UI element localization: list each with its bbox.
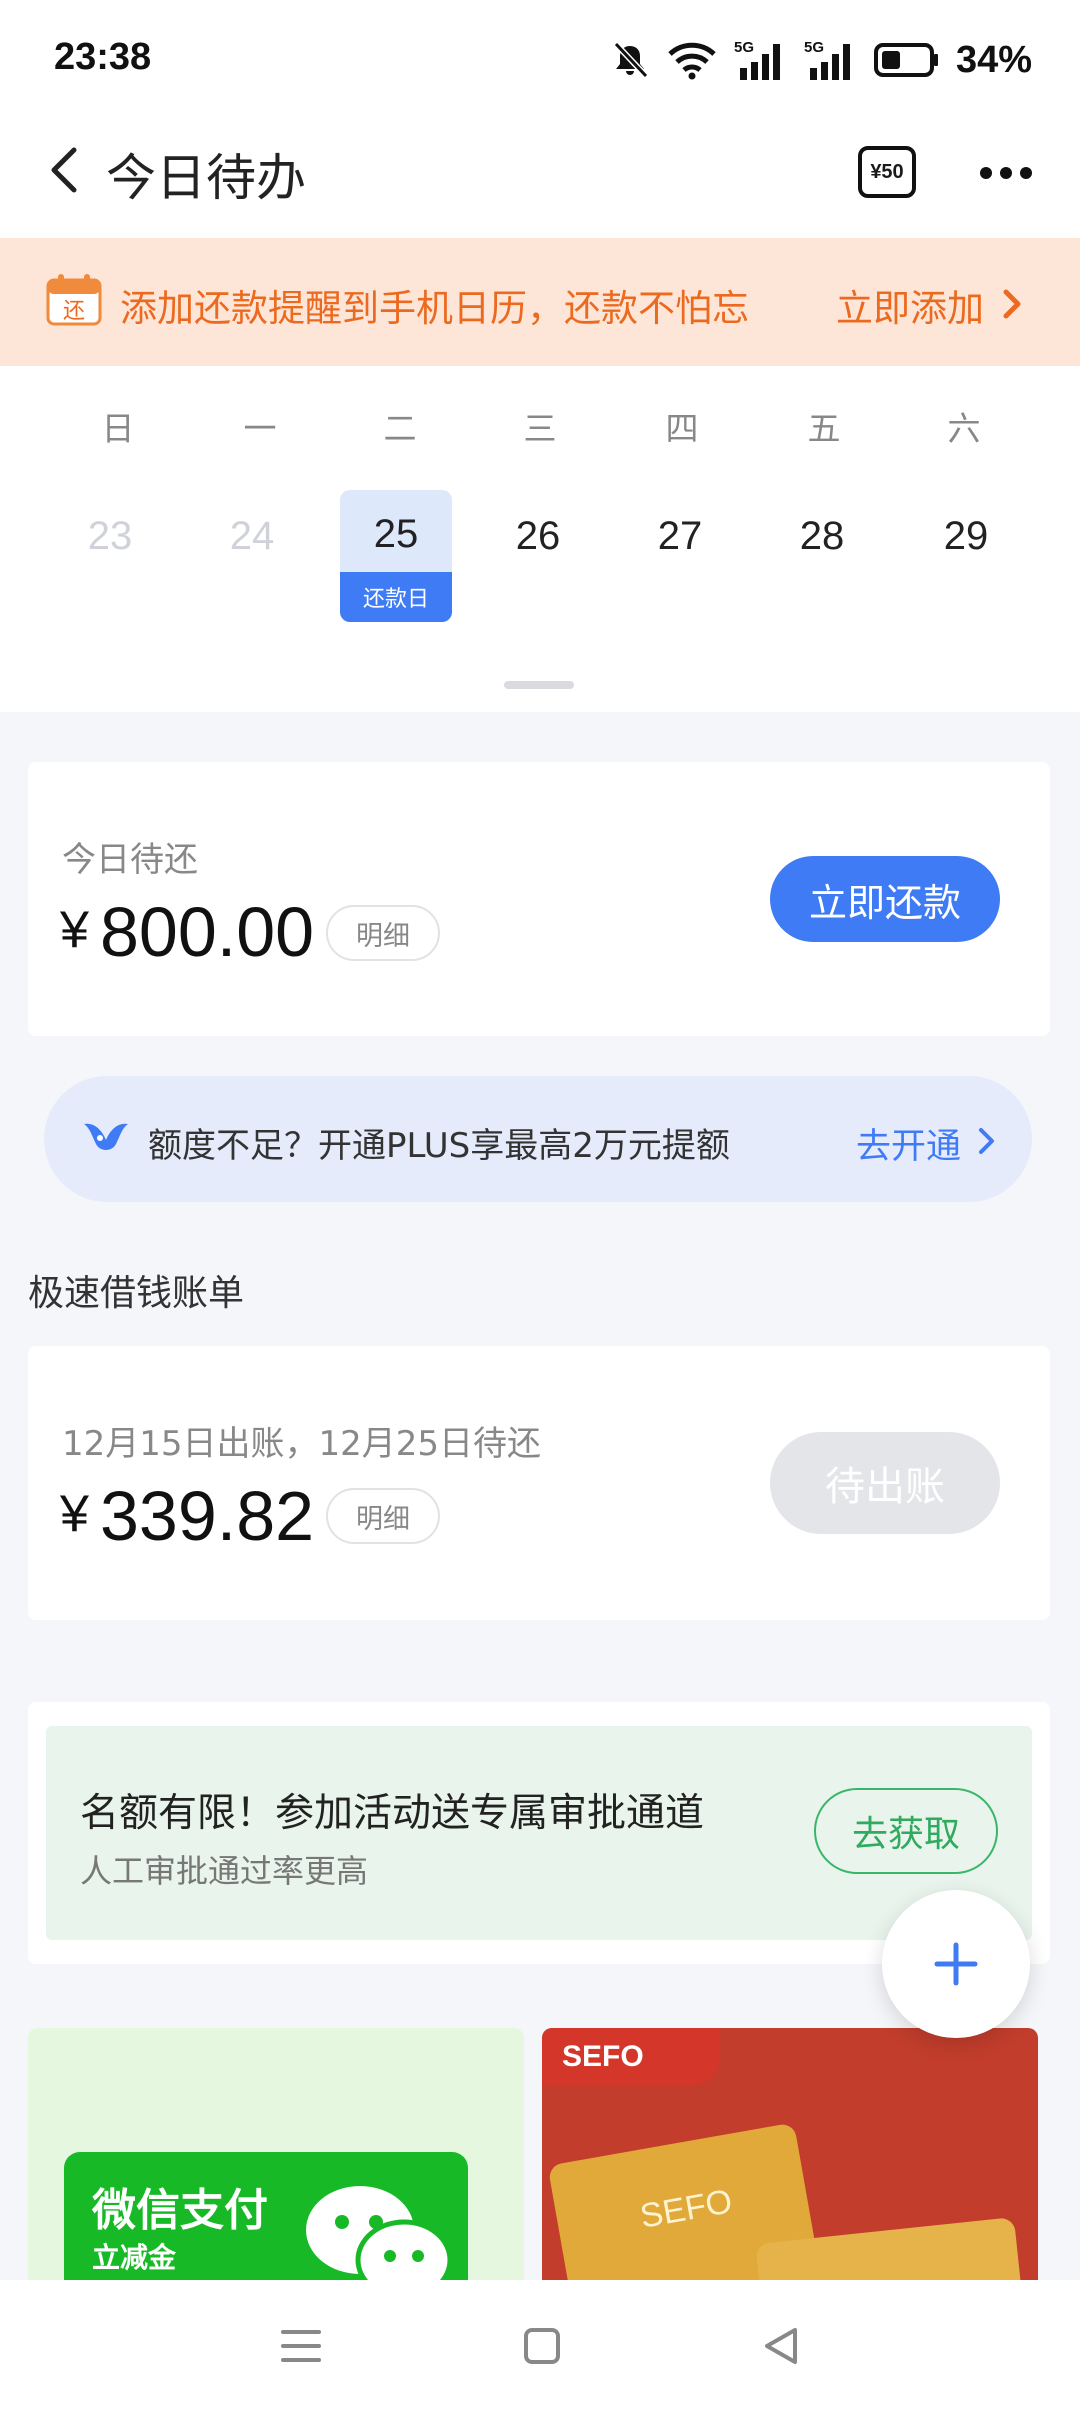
calendar-icon: 还 (46, 274, 102, 326)
open-plus-link[interactable]: 去开通 (856, 1118, 961, 1169)
calendar-day[interactable]: 28 (772, 514, 872, 559)
calendar-day-selected[interactable]: 25 (340, 512, 452, 557)
calendar-icon-text: 还 (63, 299, 85, 324)
back-triangle-icon[interactable] (761, 2326, 801, 2366)
detail-button[interactable]: 明细 (326, 905, 440, 961)
battery-percent: 34% (955, 38, 1032, 81)
detail-button[interactable]: 明细 (326, 1488, 440, 1544)
weekday-label: 二 (383, 409, 417, 448)
coupon-button[interactable]: ¥50 (858, 146, 916, 198)
battery-icon (873, 43, 938, 77)
wechat-pay-title: 微信支付 (92, 2185, 268, 2236)
repay-now-button[interactable]: 立即还款 (770, 856, 1000, 942)
sefo-brand-tag: SEFO (542, 2028, 720, 2086)
signal-5g-icon: 5G (734, 39, 780, 80)
weekday-label: 日 (101, 409, 135, 448)
get-promo-button[interactable]: 去获取 (814, 1788, 998, 1874)
calendar-day[interactable]: 27 (630, 514, 730, 559)
calendar-drag-handle[interactable] (504, 681, 574, 689)
pending-bill-button: 待出账 (770, 1432, 1000, 1534)
add-fab-button[interactable] (882, 1890, 1030, 2038)
signal-5g-icon: 5G (804, 39, 850, 80)
add-to-calendar-link[interactable]: 立即添加 (836, 278, 984, 332)
calendar-day[interactable]: 29 (916, 514, 1016, 559)
promo-title: 名额有限！参加活动送专属审批通道 (80, 1791, 705, 1836)
currency-symbol: ¥ (60, 901, 89, 959)
calendar-day[interactable]: 24 (202, 514, 302, 559)
signal-label: 5G (734, 39, 754, 56)
wifi-icon (668, 42, 716, 80)
back-arrow-icon[interactable] (44, 140, 84, 200)
calendar-day[interactable]: 26 (488, 514, 588, 559)
today-due-amount: 800.00 (100, 893, 315, 971)
status-icons: 5G 5G 34% (610, 34, 1032, 86)
calendar-day[interactable]: 23 (60, 514, 160, 559)
page-title: 今日待办 (106, 149, 306, 207)
weekday-label: 四 (665, 409, 699, 448)
plus-banner-text: 额度不足？开通PLUS享最高2万元提额 (148, 1126, 730, 1166)
mute-icon (613, 41, 649, 79)
plus-bird-icon (84, 1123, 128, 1150)
plus-icon (934, 1942, 978, 1986)
wechat-pay-subtitle: 立减金 (92, 2241, 177, 2274)
chevron-right-icon (1003, 289, 1021, 319)
status-time: 23:38 (54, 36, 152, 78)
currency-symbol: ¥ (60, 1485, 89, 1543)
home-icon[interactable] (522, 2326, 562, 2366)
bill-amount: 339.82 (100, 1477, 315, 1555)
chevron-right-icon (979, 1128, 994, 1154)
repayment-day-tag: 还款日 (340, 572, 452, 622)
today-due-label: 今日待还 (62, 840, 198, 880)
weekday-label: 五 (807, 409, 841, 448)
menu-icon[interactable] (279, 2326, 323, 2366)
weekday-label: 三 (523, 409, 557, 448)
weekday-label: 一 (243, 409, 277, 448)
weekday-label: 六 (947, 409, 981, 448)
bill-date-text: 12月15日出账，12月25日待还 (62, 1424, 542, 1464)
more-menu-icon[interactable] (980, 158, 1040, 188)
banner-text: 添加还款提醒到手机日历，还款不怕忘 (120, 287, 749, 330)
promo-subtitle: 人工审批通过率更高 (80, 1852, 369, 1890)
fast-loan-section-title: 极速借钱账单 (28, 1273, 245, 1314)
signal-label: 5G (804, 39, 824, 56)
system-nav-bar (0, 2280, 1080, 2412)
